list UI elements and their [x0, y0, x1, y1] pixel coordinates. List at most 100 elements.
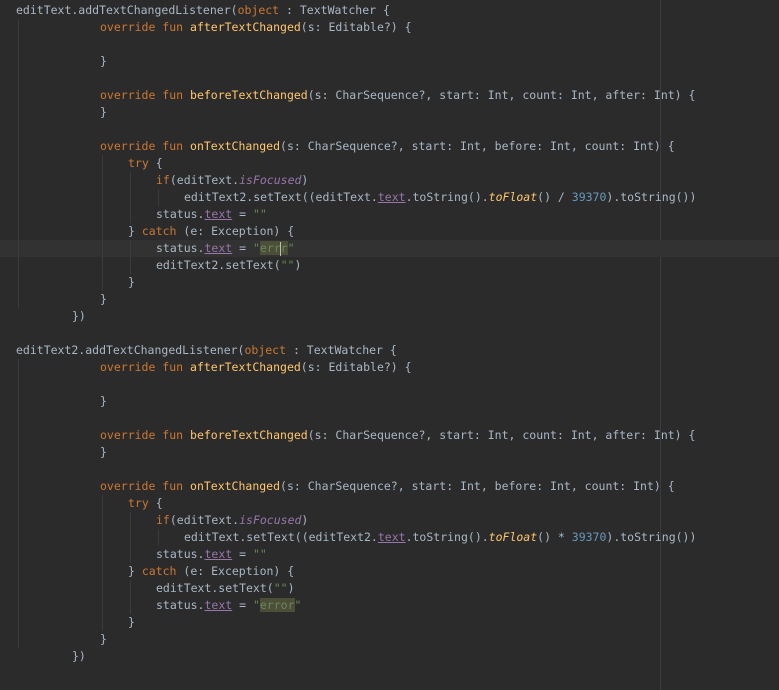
code-line[interactable]: [0, 121, 779, 138]
code-line[interactable]: if(editText.isFocused): [0, 512, 779, 529]
code-text: override fun onTextChanged(s: CharSequen…: [100, 478, 675, 495]
code-token: status.: [156, 207, 205, 221]
code-token: catch: [141, 224, 177, 238]
code-line[interactable]: }: [0, 393, 779, 410]
code-text: status.text = "": [156, 206, 267, 223]
code-line[interactable]: editText2.addTextChangedListener(object …: [0, 342, 779, 359]
code-line[interactable]: editText2.setText(""): [0, 257, 779, 274]
code-token: override fun: [100, 428, 191, 442]
code-text: editText.setText(""): [156, 580, 295, 597]
code-token: ): [294, 258, 302, 272]
code-token: afterTextChanged: [190, 360, 301, 374]
code-line[interactable]: editText.addTextChangedListener(object :…: [0, 2, 779, 19]
code-token: () /: [537, 190, 572, 204]
code-text: }: [100, 104, 107, 121]
code-line[interactable]: status.text = "": [0, 546, 779, 563]
code-line[interactable]: status.text = "error": [0, 597, 779, 614]
code-token: status.: [156, 598, 205, 612]
code-line[interactable]: override fun beforeTextChanged(s: CharSe…: [0, 87, 779, 104]
code-line[interactable]: } catch (e: Exception) {: [0, 223, 779, 240]
code-line[interactable]: try {: [0, 155, 779, 172]
code-token: text: [204, 207, 233, 221]
indent-guide: [158, 189, 159, 206]
code-line[interactable]: [0, 70, 779, 87]
code-line[interactable]: override fun onTextChanged(s: CharSequen…: [0, 138, 779, 155]
code-line[interactable]: [0, 376, 779, 393]
code-token: text: [204, 241, 233, 255]
code-line[interactable]: }: [0, 104, 779, 121]
code-token: onTextChanged: [190, 139, 281, 153]
code-token: }: [100, 632, 107, 646]
code-token: {: [148, 496, 163, 510]
code-token: editText.setText(: [156, 581, 274, 595]
code-line[interactable]: } catch (e: Exception) {: [0, 563, 779, 580]
code-token: err: [259, 241, 281, 255]
code-token: }): [72, 649, 86, 663]
code-text: override fun afterTextChanged(s: Editabl…: [100, 19, 412, 36]
code-token: (s: Editable?) {: [300, 20, 412, 34]
code-text: try {: [128, 495, 163, 512]
code-token: editText.setText((editText2.: [184, 530, 378, 544]
code-token: .toString().: [405, 190, 489, 204]
code-line[interactable]: }: [0, 614, 779, 631]
code-line[interactable]: override fun onTextChanged(s: CharSequen…: [0, 478, 779, 495]
code-line[interactable]: }: [0, 444, 779, 461]
code-token: text: [377, 530, 406, 544]
code-token: toFloat: [488, 530, 538, 544]
code-line[interactable]: }: [0, 291, 779, 308]
code-line[interactable]: editText.setText((editText2.text.toStrin…: [0, 529, 779, 546]
code-line[interactable]: editText.setText(""): [0, 580, 779, 597]
code-token: {: [148, 156, 163, 170]
indent-guide: [18, 19, 19, 308]
code-line[interactable]: }: [0, 274, 779, 291]
code-token: }: [128, 275, 135, 289]
code-line[interactable]: if(editText.isFocused): [0, 172, 779, 189]
code-line[interactable]: override fun afterTextChanged(s: Editabl…: [0, 19, 779, 36]
code-token: isFocused: [239, 513, 302, 527]
code-editor[interactable]: editText.addTextChangedListener(object :…: [0, 0, 779, 690]
code-token: }: [100, 394, 107, 408]
code-text: if(editText.isFocused): [156, 172, 308, 189]
code-line[interactable]: }): [0, 648, 779, 665]
code-line-current[interactable]: status.text = "errr": [0, 240, 779, 257]
code-token: }: [100, 292, 107, 306]
code-token: ).toString()): [606, 530, 697, 544]
code-token: catch: [141, 564, 177, 578]
code-text: override fun beforeTextChanged(s: CharSe…: [100, 427, 695, 444]
code-line[interactable]: override fun afterTextChanged(s: Editabl…: [0, 359, 779, 376]
code-token: }: [128, 615, 135, 629]
code-token: ): [301, 173, 309, 187]
code-text: editText.addTextChangedListener(object :…: [16, 2, 390, 19]
code-text: }: [100, 291, 107, 308]
code-token: }: [128, 564, 142, 578]
code-line[interactable]: [0, 36, 779, 53]
code-text: editText.setText((editText2.text.toStrin…: [184, 529, 696, 546]
code-line[interactable]: try {: [0, 495, 779, 512]
code-token: object: [237, 3, 280, 17]
code-token: ": [294, 598, 302, 612]
code-token: ): [301, 513, 309, 527]
code-line[interactable]: [0, 410, 779, 427]
code-token: ): [287, 581, 295, 595]
code-text: } catch (e: Exception) {: [128, 563, 294, 580]
indent-guide: [130, 172, 131, 223]
code-line[interactable]: [0, 325, 779, 342]
code-line[interactable]: }: [0, 631, 779, 648]
code-line[interactable]: [0, 461, 779, 478]
code-line[interactable]: override fun beforeTextChanged(s: CharSe…: [0, 427, 779, 444]
code-token: toFloat: [488, 190, 538, 204]
code-token: editText2.setText(: [156, 258, 281, 272]
indent-guide: [158, 529, 159, 546]
code-line[interactable]: editText2.setText((editText.text.toStrin…: [0, 189, 779, 206]
code-token: (s: CharSequence?, start: Int, before: I…: [280, 139, 675, 153]
code-line[interactable]: status.text = "": [0, 206, 779, 223]
code-text: try {: [128, 155, 163, 172]
indent-guide: [102, 155, 103, 291]
code-text: } catch (e: Exception) {: [128, 223, 294, 240]
code-token: if: [156, 173, 170, 187]
code-line[interactable]: }): [0, 308, 779, 325]
code-token: (e: Exception) {: [176, 564, 295, 578]
code-token: editText2.setText((editText.: [184, 190, 378, 204]
code-line[interactable]: }: [0, 53, 779, 70]
indent-guide: [102, 495, 103, 631]
